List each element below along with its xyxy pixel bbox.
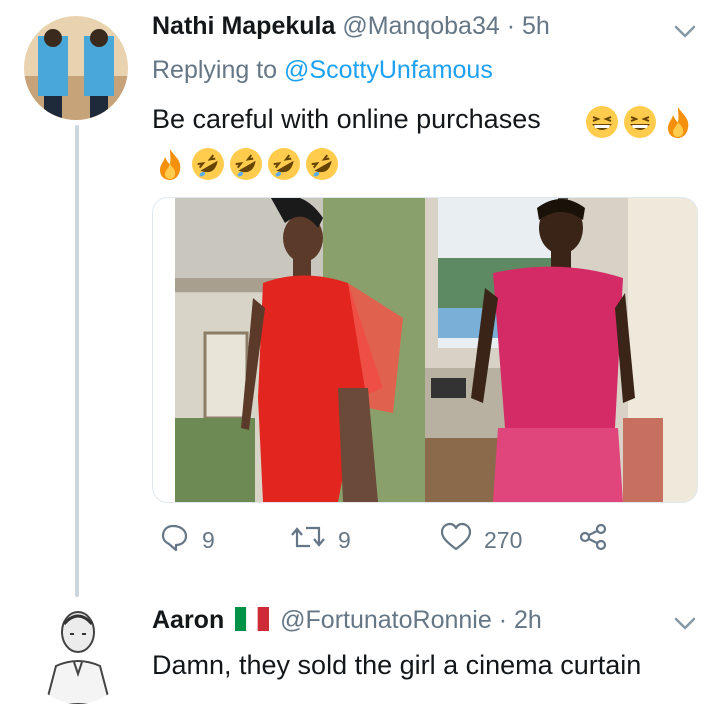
chevron-down-icon[interactable]: [672, 614, 698, 634]
replying-to: Replying to @ScottyUnfamous: [152, 56, 493, 85]
emoji-group: [152, 146, 340, 182]
heart-icon[interactable]: [440, 522, 472, 558]
timestamp[interactable]: 2h: [514, 606, 542, 634]
share-icon[interactable]: [578, 522, 608, 558]
grinning-squinting-emoji: [622, 104, 658, 140]
reply-text: Damn, they sold the girl a cinema curtai…: [152, 650, 642, 680]
reply-action[interactable]: 9: [160, 522, 215, 558]
avatar[interactable]: [26, 600, 130, 704]
reply-header: Aaron @FortunatoRonnie · 2h: [152, 606, 542, 638]
grinning-squinting-emoji: [584, 104, 620, 140]
tweet-media[interactable]: [152, 197, 698, 503]
emoji-group: [584, 104, 696, 140]
share-action[interactable]: [578, 522, 608, 558]
display-name[interactable]: Nathi Mapekula: [152, 12, 335, 40]
reply-icon[interactable]: [160, 522, 190, 558]
avatar[interactable]: [24, 16, 128, 120]
tweet-text: Be careful with online purchases: [152, 104, 541, 134]
reply-count: 9: [202, 526, 215, 553]
thread-line: [75, 125, 79, 597]
rolling-laughing-emoji: [266, 146, 302, 182]
fire-emoji: [152, 146, 188, 182]
separator: ·: [506, 12, 516, 40]
timestamp[interactable]: 5h: [522, 12, 550, 40]
tweet-header: Nathi Mapekula @Manqoba34 · 5h: [152, 12, 550, 41]
separator: ·: [498, 606, 508, 634]
display-name[interactable]: Aaron: [152, 606, 224, 634]
chevron-down-icon[interactable]: [672, 22, 698, 42]
like-count: 270: [484, 526, 523, 553]
tweet-actions: 9 9 270: [152, 522, 672, 566]
replying-to-label: Replying to: [152, 56, 278, 84]
italy-flag-icon: [235, 606, 270, 638]
retweet-icon[interactable]: [290, 522, 326, 558]
rolling-laughing-emoji: [190, 146, 226, 182]
fire-emoji: [660, 104, 696, 140]
user-handle[interactable]: @Manqoba34: [342, 12, 499, 40]
like-action[interactable]: 270: [440, 522, 522, 558]
user-handle[interactable]: @FortunatoRonnie: [280, 606, 492, 634]
retweet-count: 9: [338, 526, 351, 553]
retweet-action[interactable]: 9: [290, 522, 351, 558]
rolling-laughing-emoji: [304, 146, 340, 182]
replying-to-mention[interactable]: @ScottyUnfamous: [284, 56, 493, 84]
rolling-laughing-emoji: [228, 146, 264, 182]
